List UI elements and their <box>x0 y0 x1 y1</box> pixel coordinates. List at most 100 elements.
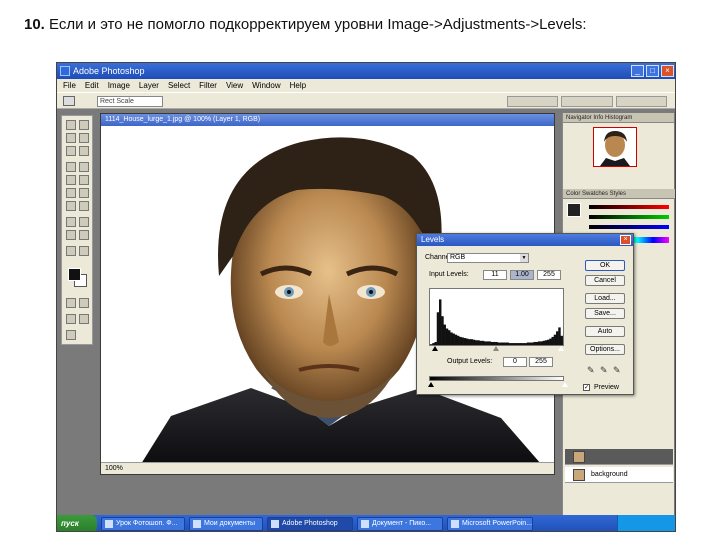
crop-tool-icon[interactable] <box>66 146 76 156</box>
lasso-tool-icon[interactable] <box>66 133 76 143</box>
menu-filter[interactable]: Filter <box>199 79 217 92</box>
output-black-field[interactable]: 0 <box>503 357 527 367</box>
histogram-bar <box>553 334 557 345</box>
close-button[interactable]: × <box>661 65 674 77</box>
maximize-button[interactable]: □ <box>646 65 659 77</box>
gray-eyedropper-icon[interactable]: ✎ <box>600 365 608 375</box>
histogram-bar <box>468 339 471 345</box>
histogram-bar <box>540 341 543 345</box>
input-white-slider[interactable] <box>558 346 564 351</box>
photoshop-app-icon <box>60 66 70 76</box>
taskbar-item[interactable]: Мои документы <box>189 517 263 531</box>
slice-tool-icon[interactable] <box>79 146 89 156</box>
menu-edit[interactable]: Edit <box>85 79 99 92</box>
layer-row[interactable]: background <box>565 467 673 483</box>
menu-image[interactable]: Image <box>108 79 130 92</box>
levels-options-button[interactable]: Options... <box>585 344 625 355</box>
histogram-bar <box>484 341 487 345</box>
histogram-bar <box>515 343 518 345</box>
color-palette-tabs[interactable]: Color Swatches Styles <box>563 189 675 199</box>
path-selection-tool-icon[interactable] <box>66 217 76 227</box>
input-levels-label: Input Levels: <box>429 271 469 278</box>
current-tool-icon[interactable] <box>63 96 75 106</box>
jump-to-imageready-icon[interactable] <box>66 330 76 340</box>
levels-save-button[interactable]: Save... <box>585 308 625 319</box>
menu-window[interactable]: Window <box>252 79 280 92</box>
channel-value: RGB <box>450 254 466 261</box>
blur-tool-icon[interactable] <box>66 201 76 211</box>
histogram-bar <box>533 341 536 345</box>
minimize-button[interactable]: _ <box>631 65 644 77</box>
history-brush-tool-icon[interactable] <box>79 175 89 185</box>
shape-tool-icon[interactable] <box>79 230 89 240</box>
histogram-bar <box>443 324 446 345</box>
output-black-slider[interactable] <box>428 382 434 387</box>
taskbar-item-active[interactable]: Adobe Photoshop <box>267 517 353 531</box>
layer-row[interactable] <box>565 449 673 465</box>
move-tool-icon[interactable] <box>79 120 89 130</box>
input-black-slider[interactable] <box>432 346 438 351</box>
levels-ok-button[interactable]: OK <box>585 260 625 271</box>
pen-tool-icon[interactable] <box>66 230 76 240</box>
screen-mode-icon[interactable] <box>66 314 76 324</box>
type-tool-icon[interactable] <box>79 217 89 227</box>
black-eyedropper-icon[interactable]: ✎ <box>587 365 595 375</box>
taskbar-item[interactable]: Урок Фотошоп. Ф... <box>101 517 185 531</box>
taskbar-item[interactable]: Microsoft PowerPoin... <box>447 517 533 531</box>
histogram-bar <box>560 335 563 345</box>
fullscreen-mode-icon[interactable] <box>79 314 89 324</box>
input-gamma-slider[interactable] <box>493 346 499 351</box>
tool-preset-select[interactable]: Rect Scale <box>97 96 163 107</box>
output-white-slider[interactable] <box>562 382 568 387</box>
blue-slider[interactable] <box>589 225 669 229</box>
windows-taskbar: пуск Урок Фотошоп. Ф... Мои документы Ad… <box>57 515 675 531</box>
input-gamma-field[interactable]: 1.00 <box>510 270 534 280</box>
slide-heading: 10. Если и это не помогло подкорректируе… <box>24 16 587 33</box>
green-slider[interactable] <box>589 215 669 219</box>
menu-help[interactable]: Help <box>290 79 306 92</box>
histogram-bar <box>452 333 455 345</box>
brush-tool-icon[interactable] <box>79 162 89 172</box>
start-button[interactable]: пуск <box>57 515 97 531</box>
eyedropper-tool-icon[interactable] <box>79 246 89 256</box>
channel-select[interactable]: RGB ▼ <box>447 253 529 263</box>
palette-well-tab[interactable] <box>507 96 559 107</box>
gradient-tool-icon[interactable] <box>79 188 89 198</box>
clone-stamp-tool-icon[interactable] <box>66 175 76 185</box>
menu-layer[interactable]: Layer <box>139 79 159 92</box>
eraser-tool-icon[interactable] <box>66 188 76 198</box>
navigator-thumbnail[interactable] <box>593 127 637 167</box>
color-swatch[interactable] <box>567 203 581 217</box>
palette-well-tab[interactable] <box>615 96 667 107</box>
levels-dialog: Levels × Channel: RGB ▼ Input Levels: 11… <box>416 233 634 395</box>
levels-cancel-button[interactable]: Cancel <box>585 275 625 286</box>
magic-wand-tool-icon[interactable] <box>79 133 89 143</box>
healing-brush-tool-icon[interactable] <box>66 162 76 172</box>
output-white-field[interactable]: 255 <box>529 357 553 367</box>
white-eyedropper-icon[interactable]: ✎ <box>613 365 621 375</box>
standard-mode-icon[interactable] <box>66 298 76 308</box>
menu-file[interactable]: File <box>63 79 76 92</box>
foreground-color-swatch[interactable] <box>68 268 81 281</box>
input-white-field[interactable]: 255 <box>537 270 561 280</box>
levels-load-button[interactable]: Load... <box>585 293 625 304</box>
navigator-palette-tabs[interactable]: Navigator Info Histogram <box>563 113 674 123</box>
preview-checkbox[interactable]: ✓ <box>583 384 590 391</box>
palette-well-tab[interactable] <box>561 96 613 107</box>
notes-tool-icon[interactable] <box>66 246 76 256</box>
levels-close-button[interactable]: × <box>620 235 631 245</box>
marquee-tool-icon[interactable] <box>66 120 76 130</box>
red-slider[interactable] <box>589 205 669 209</box>
taskbar-item[interactable]: Документ - Пико... <box>357 517 443 531</box>
quick-mask-mode-icon[interactable] <box>79 298 89 308</box>
histogram-bar <box>504 342 507 345</box>
histogram-bar <box>472 339 476 345</box>
dodge-tool-icon[interactable] <box>79 201 89 211</box>
menu-view[interactable]: View <box>226 79 243 92</box>
input-black-field[interactable]: 11 <box>483 270 507 280</box>
paint-icon <box>361 520 369 528</box>
powerpoint-icon <box>451 520 459 528</box>
menu-select[interactable]: Select <box>168 79 190 92</box>
levels-auto-button[interactable]: Auto <box>585 326 625 337</box>
chevron-down-icon: ▼ <box>520 254 528 262</box>
